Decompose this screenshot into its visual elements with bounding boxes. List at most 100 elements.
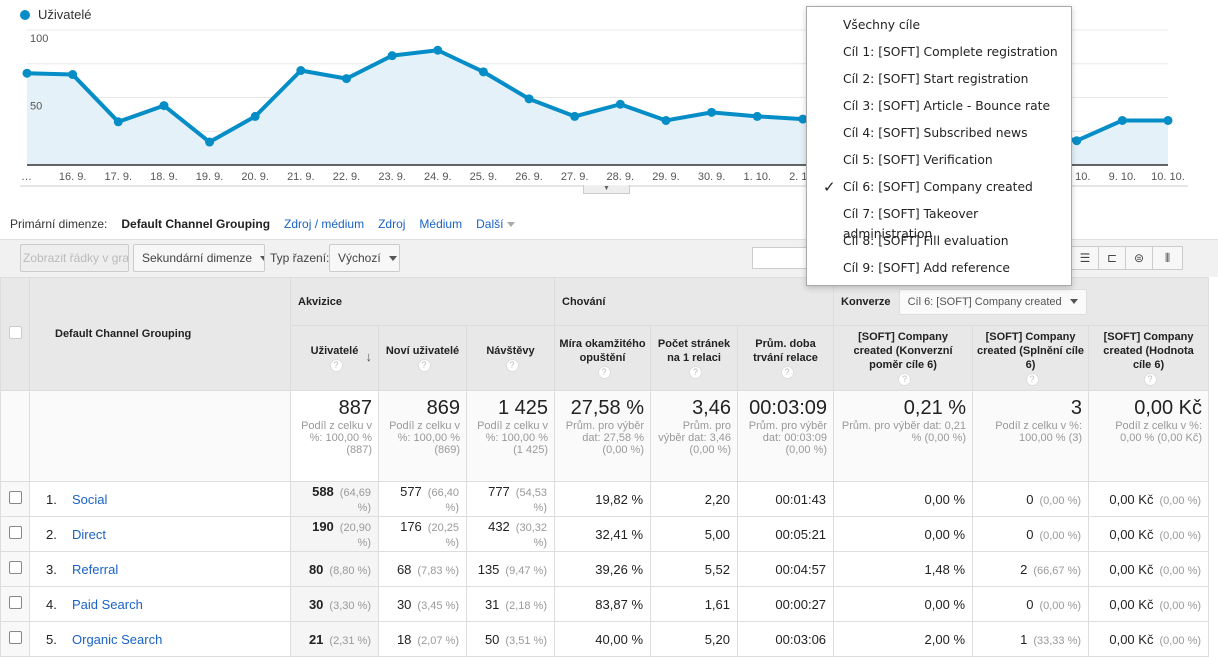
x-tick-label: 30. 9. <box>698 171 726 183</box>
metric-value: 0 <box>1026 596 1034 612</box>
column-header[interactable]: [SOFT] Company created (Splnění cíle 6)? <box>972 325 1090 391</box>
row-checkbox[interactable] <box>8 561 22 574</box>
x-tick-label: 1. 10. <box>743 171 771 183</box>
data-point[interactable] <box>661 115 671 125</box>
dimension-link-source-medium[interactable]: Zdroj / médium <box>284 217 364 231</box>
metric-cell: 0,00 % <box>833 586 974 622</box>
metric-percent: (0,00 %) <box>1159 599 1202 612</box>
row-checkbox[interactable] <box>8 526 22 539</box>
help-icon[interactable]: ? <box>780 366 794 379</box>
select-all-checkbox[interactable] <box>8 326 22 339</box>
x-tick-label: 28. 9. <box>607 171 635 183</box>
goal-option[interactable]: Cíl 4: [SOFT] Subscribed news <box>807 123 1071 150</box>
help-icon[interactable]: ? <box>505 359 519 372</box>
column-header[interactable]: [SOFT] Company created (Hodnota cíle 6)? <box>1088 325 1210 391</box>
data-point[interactable] <box>159 101 169 111</box>
metric-value: 83,87 % <box>595 596 643 612</box>
data-point[interactable] <box>433 45 443 55</box>
secondary-dimension-dropdown[interactable]: Sekundární dimenze <box>133 244 265 272</box>
column-header[interactable]: Míra okamžitého opuštění? <box>554 325 651 391</box>
data-point[interactable] <box>22 68 32 78</box>
data-point[interactable] <box>615 99 625 109</box>
goal-option-label: Cíl 5: [SOFT] Verification <box>843 153 993 167</box>
channel-link[interactable]: Paid Search <box>72 597 143 612</box>
view-pivot-icon[interactable]: ⦀ <box>1152 246 1183 270</box>
data-point[interactable] <box>1117 115 1127 125</box>
data-point[interactable] <box>707 107 717 117</box>
data-point[interactable] <box>250 111 260 121</box>
goal-option[interactable]: Cíl 7: [SOFT] Takeover administration <box>807 204 1071 241</box>
data-point[interactable] <box>113 117 123 127</box>
help-icon[interactable]: ? <box>898 373 912 386</box>
goal-option[interactable]: ✓ Cíl 6: [SOFT] Company created <box>807 177 1071 204</box>
help-icon[interactable]: ? <box>1025 373 1039 386</box>
data-point[interactable] <box>68 70 78 80</box>
secondary-dimension-label: Sekundární dimenze <box>142 251 253 265</box>
row-checkbox[interactable] <box>8 596 22 609</box>
view-performance-icon[interactable]: ☰ <box>1071 246 1099 270</box>
metric-value: 5,52 <box>704 561 730 577</box>
metric-value: 5,20 <box>704 631 730 647</box>
channel-link[interactable]: Organic Search <box>72 632 162 647</box>
goal-option[interactable]: Cíl 5: [SOFT] Verification <box>807 150 1071 177</box>
help-icon[interactable]: ? <box>597 366 611 379</box>
data-point[interactable] <box>752 111 762 121</box>
dimension-link-source[interactable]: Zdroj <box>378 217 405 231</box>
help-icon[interactable]: ? <box>329 359 343 372</box>
goal-option[interactable]: Cíl 9: [SOFT] Add reference <box>807 258 1071 285</box>
view-comparison-icon[interactable]: ⊏ <box>1098 246 1126 270</box>
column-header[interactable]: Prům. doba trvání relace? <box>736 325 835 391</box>
column-header[interactable]: Počet stránek na 1 relaci? <box>650 325 738 391</box>
goal-option[interactable]: Cíl 2: [SOFT] Start registration <box>807 69 1071 96</box>
column-header[interactable]: Uživatelé? ↓ <box>290 325 379 391</box>
column-header-label: [SOFT] Company created (Splnění cíle 6) <box>977 331 1085 371</box>
sort-type-dropdown[interactable]: Výchozí <box>329 244 400 272</box>
data-point[interactable] <box>296 66 306 75</box>
plot-rows-button[interactable]: Zobrazit řádky v grafu <box>20 244 129 272</box>
channel-link[interactable]: Referral <box>72 562 118 577</box>
data-point[interactable] <box>1163 115 1173 125</box>
data-point[interactable] <box>387 51 397 61</box>
data-point[interactable] <box>570 111 580 121</box>
row-checkbox[interactable] <box>8 631 22 644</box>
metric-value: 588 <box>312 484 334 499</box>
x-tick-label: 16. 9. <box>59 171 87 183</box>
channel-link[interactable]: Social <box>72 492 107 507</box>
totals-cell: 1 425 Podíl z celku v %: 100,00 % (1 425) <box>466 390 555 482</box>
metric-cell: 31 (2,18 %) <box>466 586 555 622</box>
goal-option[interactable]: Všechny cíle <box>807 15 1071 42</box>
data-point[interactable] <box>1072 136 1082 146</box>
help-icon[interactable]: ? <box>417 359 431 372</box>
dimension-link-medium[interactable]: Médium <box>419 217 462 231</box>
metric-percent: (0,00 %) <box>1159 634 1202 647</box>
totals-cell: 0,21 % Prům. pro výběr dat: 0,21 % (0,00 … <box>833 390 974 482</box>
x-tick-label: 23. 9. <box>378 171 406 183</box>
metric-value: 40,00 % <box>595 631 643 647</box>
goal-option[interactable]: Cíl 3: [SOFT] Article - Bounce rate <box>807 96 1071 123</box>
view-term-cloud-icon[interactable]: ⊜ <box>1125 246 1153 270</box>
column-header[interactable]: Návštěvy? <box>466 325 555 391</box>
goal-option[interactable]: Cíl 8: [SOFT] Fill evaluation <box>807 231 1071 258</box>
data-point[interactable] <box>205 137 215 147</box>
data-point[interactable] <box>524 94 534 104</box>
row-checkbox[interactable] <box>8 491 22 504</box>
goal-option-label: Cíl 3: [SOFT] Article - Bounce rate <box>843 99 1051 113</box>
table-search-input[interactable] <box>752 247 812 269</box>
dimension-header[interactable]: Default Channel Grouping <box>29 277 291 391</box>
metric-value: 135 <box>477 561 500 577</box>
column-header[interactable]: [SOFT] Company created (Konverzní poměr … <box>833 325 974 391</box>
help-icon[interactable]: ? <box>689 366 702 379</box>
metric-cell: 21 (2,31 %) <box>290 621 379 657</box>
channel-link[interactable]: Direct <box>72 527 106 542</box>
column-header[interactable]: Noví uživatelé? <box>378 325 467 391</box>
collapse-chart-button[interactable]: ▼ <box>583 185 630 194</box>
goal-option[interactable]: Cíl 1: [SOFT] Complete registration <box>807 42 1071 69</box>
metric-percent: (7,83 %) <box>417 564 459 577</box>
help-icon[interactable]: ? <box>1143 373 1157 386</box>
data-point[interactable] <box>341 74 351 84</box>
goal-select[interactable]: Cíl 6: [SOFT] Company created <box>898 288 1087 315</box>
checkmark-icon: ✓ <box>823 178 836 196</box>
total-subtext: Podíl z celku v %: 100,00 % (1 425) <box>477 420 548 456</box>
dimension-more-dropdown[interactable]: Další <box>476 217 516 231</box>
data-point[interactable] <box>478 67 488 77</box>
